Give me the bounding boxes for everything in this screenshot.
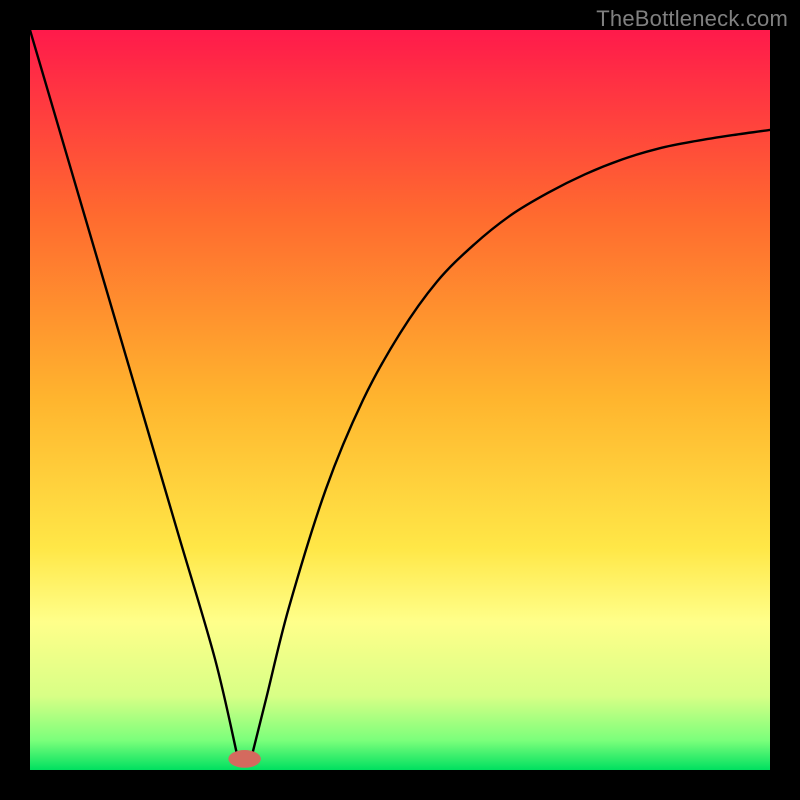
chart-svg	[30, 30, 770, 770]
chart-frame: TheBottleneck.com	[0, 0, 800, 800]
plot-area	[30, 30, 770, 770]
watermark-text: TheBottleneck.com	[596, 6, 788, 32]
gradient-background	[30, 30, 770, 770]
minimum-marker	[228, 750, 261, 768]
